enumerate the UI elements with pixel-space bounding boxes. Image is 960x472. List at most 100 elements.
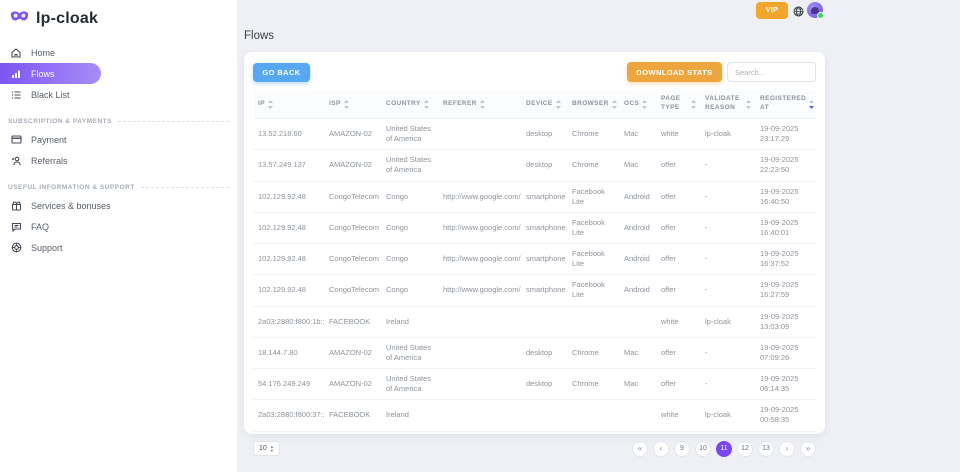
cell-country: United States of America — [381, 119, 438, 149]
cell-registered-at: 19-09-2025 22:23:50 — [755, 150, 816, 180]
sidebar-item-black-list[interactable]: Black List — [0, 84, 237, 105]
mask-logo-icon — [10, 10, 29, 28]
avatar-image — [811, 7, 819, 14]
cell-page-type: white — [656, 307, 700, 337]
table-row[interactable]: 102.129.92.48 CongoTelecom Congo http://… — [253, 182, 816, 213]
cell-ip: 13.52.218.60 — [253, 119, 324, 149]
page-number-button[interactable]: 13 — [758, 441, 774, 457]
sidebar-item-referrals[interactable]: Referrals — [0, 150, 237, 171]
cell-ocs: Mac — [619, 150, 656, 180]
table-row[interactable]: 2a03:2880:f800:37:: FACEBOOK Ireland whi… — [253, 400, 816, 431]
column-header[interactable]: REFERER — [438, 90, 521, 118]
page-size-select[interactable]: 10 ▴▾ — [253, 441, 280, 456]
cell-referer: http://www.google.com/ — [438, 244, 521, 274]
last-page-button[interactable]: » — [800, 441, 816, 457]
column-header-label: PAGE TYPE — [661, 95, 688, 113]
cell-registered-at: 19-09-2025 16:40:01 — [755, 213, 816, 243]
table-row[interactable]: 102.129.92.48 CongoTelecom Congo http://… — [253, 244, 816, 275]
cell-device: desktop — [521, 119, 567, 149]
column-header-label: REGISTERED AT — [760, 95, 806, 113]
download-stats-button[interactable]: DOWNLOAD STATS — [627, 62, 722, 82]
cell-validate-reason: lp-cloak — [700, 307, 755, 337]
cell-browser: Chrome — [567, 150, 619, 180]
column-header[interactable]: VALIDATE REASON — [700, 90, 755, 118]
cell-referer — [438, 150, 521, 180]
cell-isp: CongoTelecom — [324, 213, 381, 243]
column-header[interactable]: REGISTERED AT — [755, 90, 816, 118]
registered-time: 07:09:26 — [760, 353, 812, 363]
go-back-button[interactable]: GO BACK — [253, 63, 310, 82]
page-number-button[interactable]: 10 — [695, 441, 711, 457]
registered-time: 22:23:50 — [760, 165, 812, 175]
page-number-button[interactable]: 11 — [716, 441, 732, 457]
page-number-group: 9 10 11 12 13 — [674, 441, 774, 457]
cell-browser — [567, 400, 619, 430]
registered-time: 06:14:35 — [760, 384, 812, 394]
logo[interactable]: lp-cloak — [0, 0, 237, 38]
cell-browser: Facebook Lite — [567, 275, 619, 305]
cell-ocs: Mac — [619, 338, 656, 368]
sort-icon — [424, 100, 429, 109]
table-header-row: IP ISP COUNTRY REFERER DEVICE BROWSER OC… — [253, 90, 816, 119]
cell-country: United States of America — [381, 369, 438, 399]
column-header[interactable]: PAGE TYPE — [656, 90, 700, 118]
column-header[interactable]: OCS — [619, 90, 656, 118]
section-divider — [141, 187, 229, 188]
table-row[interactable]: 13.52.218.60 AMAZON-02 United States of … — [253, 119, 816, 150]
next-page-button[interactable]: › — [779, 441, 795, 457]
vip-button[interactable]: VIP — [756, 2, 788, 19]
column-header[interactable]: BROWSER — [567, 90, 619, 118]
cell-device — [521, 307, 567, 337]
first-page-button[interactable]: « — [632, 441, 648, 457]
cell-referer: http://www.google.com/ — [438, 213, 521, 243]
sidebar-item-payment[interactable]: Payment — [0, 129, 237, 150]
cell-validate-reason: - — [700, 275, 755, 305]
table-row[interactable]: 2a03:2880:f800:1b:: FACEBOOK Ireland whi… — [253, 307, 816, 338]
cell-ip: 102.129.92.48 — [253, 244, 324, 274]
column-header[interactable]: DEVICE — [521, 90, 567, 118]
prev-page-button[interactable]: ‹ — [653, 441, 669, 457]
column-header[interactable]: IP — [253, 90, 324, 118]
cell-country: Ireland — [381, 400, 438, 430]
cell-device: desktop — [521, 150, 567, 180]
sidebar-item-faq[interactable]: FAQ — [0, 216, 237, 237]
table-row[interactable]: 102.129.92.48 CongoTelecom Congo http://… — [253, 275, 816, 306]
table-row[interactable]: 13.57.249.137 AMAZON-02 United States of… — [253, 150, 816, 181]
sort-icon — [344, 100, 349, 109]
cell-ip: 2a03:2880:f800:37:: — [253, 400, 324, 430]
page-number-button[interactable]: 9 — [674, 441, 690, 457]
cell-ocs: Android — [619, 213, 656, 243]
cell-page-type: offer — [656, 275, 700, 305]
table-row[interactable]: 102.129.92.48 CongoTelecom Congo http://… — [253, 213, 816, 244]
page-number-button[interactable]: 12 — [737, 441, 753, 457]
search-input[interactable] — [727, 62, 816, 82]
sidebar-item-label: Home — [31, 48, 55, 58]
cell-browser: Chrome — [567, 338, 619, 368]
cell-isp: AMAZON-02 — [324, 119, 381, 149]
language-globe-icon[interactable] — [793, 6, 804, 17]
column-header-label: ISP — [329, 100, 341, 109]
registered-date: 19-09-2025 — [760, 374, 812, 384]
logo-text: lp-cloak — [36, 10, 98, 28]
column-header[interactable]: COUNTRY — [381, 90, 438, 118]
sort-icon — [480, 100, 485, 109]
column-header[interactable]: ISP — [324, 90, 381, 118]
registered-time: 16:40:01 — [760, 228, 812, 238]
cell-validate-reason: - — [700, 244, 755, 274]
sidebar-item-support[interactable]: Support — [0, 237, 237, 258]
sort-icon — [556, 100, 561, 109]
cell-ocs — [619, 400, 656, 430]
sidebar-item-label: Referrals — [31, 156, 68, 166]
sidebar-item-services-bonuses[interactable]: Services & bonuses — [0, 195, 237, 216]
table-row[interactable]: 54.176.249.249 AMAZON-02 United States o… — [253, 369, 816, 400]
cell-validate-reason: - — [700, 338, 755, 368]
sidebar-item-flows[interactable]: Flows — [0, 63, 101, 84]
cell-registered-at: 19-09-2025 13:03:09 — [755, 307, 816, 337]
registered-date: 19-09-2025 — [760, 218, 812, 228]
user-avatar[interactable] — [807, 2, 823, 18]
sidebar-item-home[interactable]: Home — [0, 42, 237, 63]
table-row[interactable]: 18.144.7.80 AMAZON-02 United States of A… — [253, 338, 816, 369]
sidebar-item-label: Flows — [31, 69, 55, 79]
cell-ip: 102.129.92.48 — [253, 182, 324, 212]
cell-isp: FACEBOOK — [324, 307, 381, 337]
